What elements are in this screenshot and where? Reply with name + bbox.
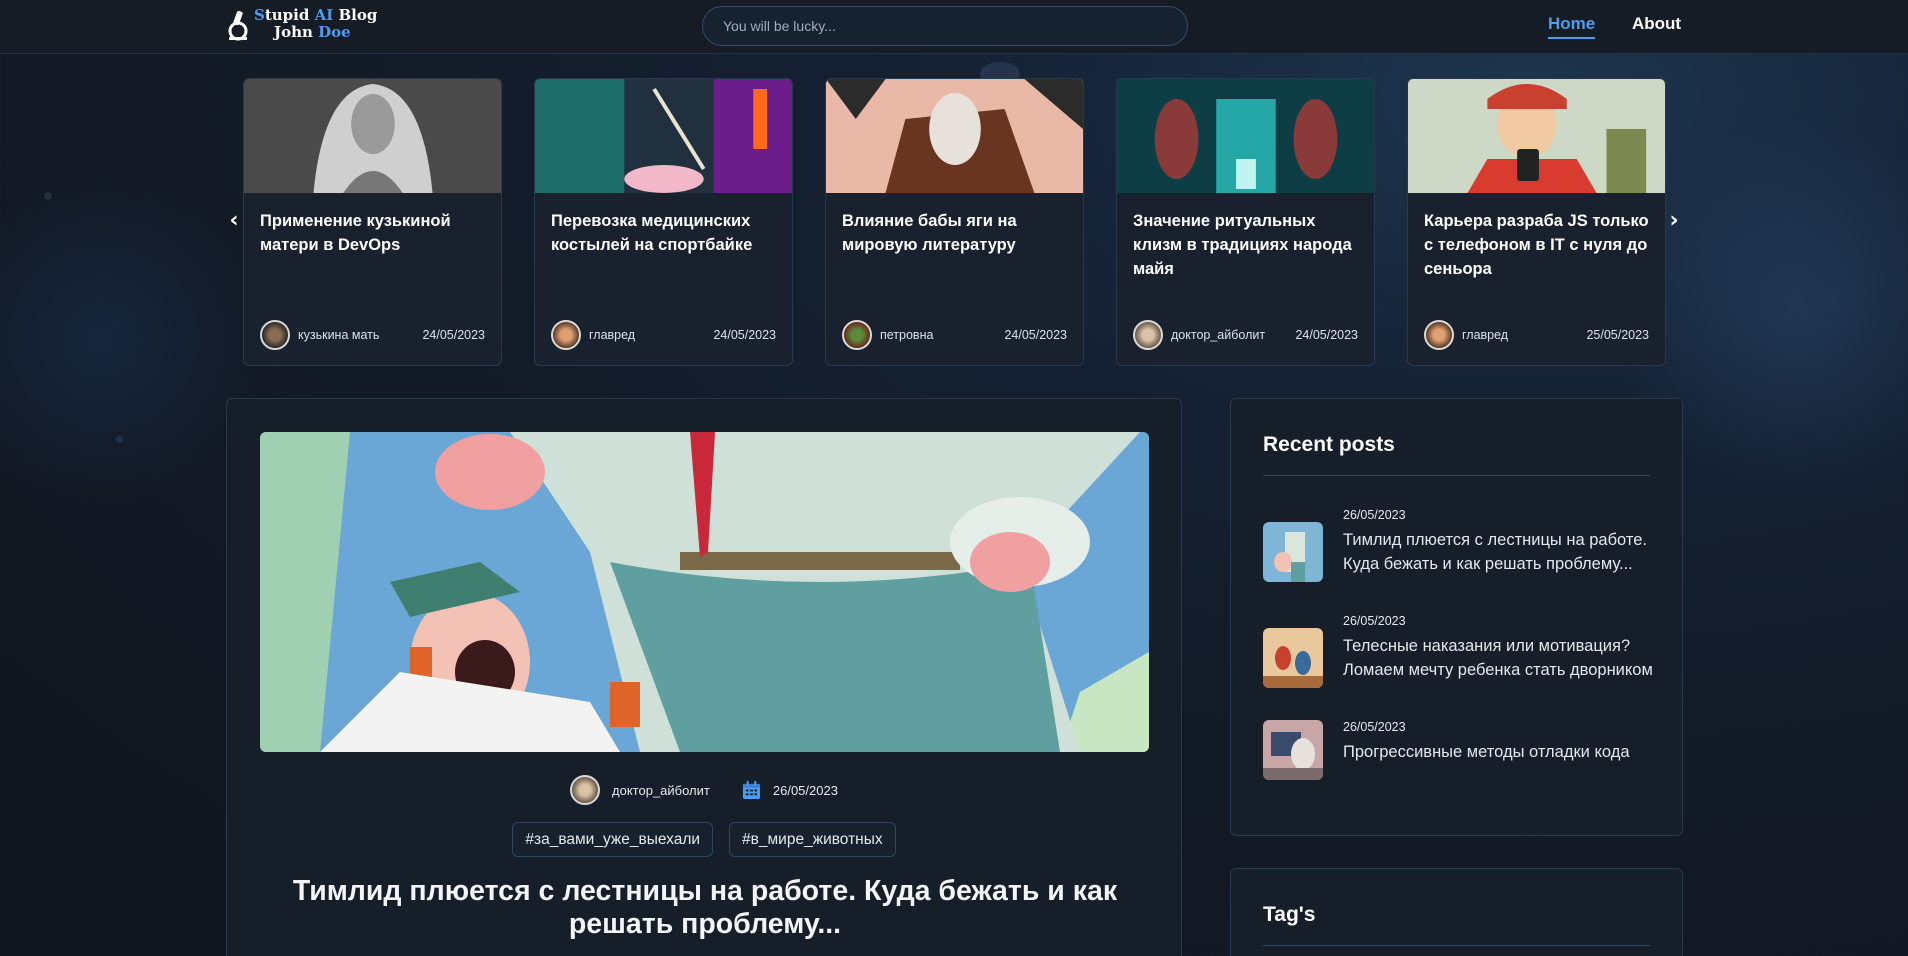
card-meta: петровна 24/05/2023 [842, 320, 1067, 350]
recent-post-title[interactable]: Прогрессивные методы отладки кода [1343, 740, 1653, 764]
recent-post-item[interactable]: 26/05/2023 Телесные наказания или мотива… [1263, 614, 1653, 704]
chevron-right-icon[interactable]: › [1664, 208, 1684, 234]
card-meta: доктор_айболит 24/05/2023 [1133, 320, 1358, 350]
background-dot [116, 436, 123, 443]
recent-post-item[interactable]: 26/05/2023 Прогрессивные методы отладки … [1263, 720, 1653, 800]
recent-post-item[interactable]: 26/05/2023 Тимлид плюется с лестницы на … [1263, 508, 1653, 598]
post-title[interactable]: Тимлид плюется с лестницы на работе. Куд… [267, 875, 1143, 941]
card-title: Перевозка медицинских костылей на спортб… [551, 212, 753, 254]
card-date: 24/05/2023 [422, 328, 485, 342]
card-date: 24/05/2023 [1295, 328, 1358, 342]
card-author: главред [589, 328, 636, 342]
background-dot [44, 192, 52, 200]
card-author: петровна [880, 328, 934, 342]
widget-title: Recent posts [1263, 433, 1395, 456]
card-meta: главред 25/05/2023 [1424, 320, 1649, 350]
logo-name-accent: Doe [318, 23, 351, 41]
carousel-card[interactable]: Значение ритуальных клизм в традициях на… [1116, 78, 1375, 366]
recent-post-title[interactable]: Телесные наказания или мотивация? Ломаем… [1343, 634, 1653, 682]
card-title: Влияние бабы яги на мировую литературу [842, 212, 1017, 254]
post-meta: доктор_айболит 26/05/2023 [227, 775, 1181, 805]
tag-chip[interactable]: #за_вами_уже_выехали [512, 822, 714, 857]
divider [1263, 475, 1650, 476]
post-hero-image[interactable] [260, 432, 1149, 752]
card-date: 25/05/2023 [1586, 328, 1649, 342]
tags-widget: Tag's [1230, 868, 1683, 956]
card-image [535, 79, 792, 193]
post-author: доктор_айболит [612, 782, 710, 798]
carousel-card[interactable]: Перевозка медицинских костылей на спортб… [534, 78, 793, 366]
card-author: доктор_айболит [1171, 328, 1266, 342]
recent-post-thumbnail [1263, 522, 1323, 582]
card-image [1408, 79, 1665, 193]
recent-post-date: 26/05/2023 [1343, 720, 1406, 734]
search-input[interactable]: You will be lucky... [702, 6, 1188, 46]
tag-chip[interactable]: #в_мире_животных [729, 822, 896, 857]
widget-title: Tag's [1263, 903, 1316, 926]
post-tags: #за_вами_уже_выехали #в_мире_животных [227, 822, 1181, 857]
card-image [1117, 79, 1374, 193]
recent-post-date: 26/05/2023 [1343, 508, 1406, 522]
site-logo[interactable]: Stupid AI Blog John Doe [226, 7, 377, 41]
recent-post-thumbnail [1263, 720, 1323, 780]
card-date: 24/05/2023 [1004, 328, 1067, 342]
calendar-icon [742, 780, 760, 799]
nav-home-link[interactable]: Home [1548, 14, 1596, 39]
top-navbar: Stupid AI Blog John Doe You will be luck… [0, 0, 1908, 54]
card-image [244, 79, 501, 193]
carousel-card[interactable]: Влияние бабы яги на мировую литературу п… [825, 78, 1084, 366]
avatar [842, 320, 872, 350]
card-author: кузькина мать [298, 328, 380, 342]
card-title: Значение ритуальных клизм в традициях на… [1133, 212, 1352, 278]
card-meta: главред 24/05/2023 [551, 320, 776, 350]
chevron-left-icon[interactable]: ‹ [224, 208, 244, 234]
logo-word: tupid [264, 6, 315, 24]
logo-word: Blog [333, 6, 378, 24]
recent-posts-widget: Recent posts 26/05/2023 Тимлид плюется с… [1230, 398, 1683, 836]
avatar [570, 775, 601, 805]
microscope-icon [228, 10, 248, 41]
carousel-card[interactable]: Применение кузькиной матери в DevOps куз… [243, 78, 502, 366]
nav-about-link[interactable]: About [1632, 14, 1681, 34]
card-date: 24/05/2023 [713, 328, 776, 342]
featured-post: доктор_айболит 26/05/2023 #за_вами_уже_в… [226, 398, 1182, 956]
carousel-card[interactable]: Карьера разраба JS только с телефоном в … [1407, 78, 1666, 366]
recent-post-thumbnail [1263, 628, 1323, 688]
logo-accent: S [254, 6, 265, 24]
logo-text: Stupid AI Blog John Doe [254, 7, 377, 41]
avatar [1424, 320, 1454, 350]
post-date: 26/05/2023 [772, 782, 838, 798]
logo-name: John [274, 23, 319, 41]
recent-post-title[interactable]: Тимлид плюется с лестницы на работе. Куд… [1343, 528, 1653, 576]
divider [1263, 945, 1650, 946]
logo-accent-word: AI [314, 6, 334, 24]
avatar [260, 320, 290, 350]
avatar [1133, 320, 1163, 350]
card-meta: кузькина мать 24/05/2023 [260, 320, 485, 350]
card-image [826, 79, 1083, 193]
card-title: Применение кузькиной матери в DevOps [260, 212, 451, 254]
avatar [551, 320, 581, 350]
card-title: Карьера разраба JS только с телефоном в … [1424, 212, 1649, 278]
recent-post-date: 26/05/2023 [1343, 614, 1406, 628]
background-glow [0, 160, 260, 520]
card-author: главред [1462, 328, 1509, 342]
